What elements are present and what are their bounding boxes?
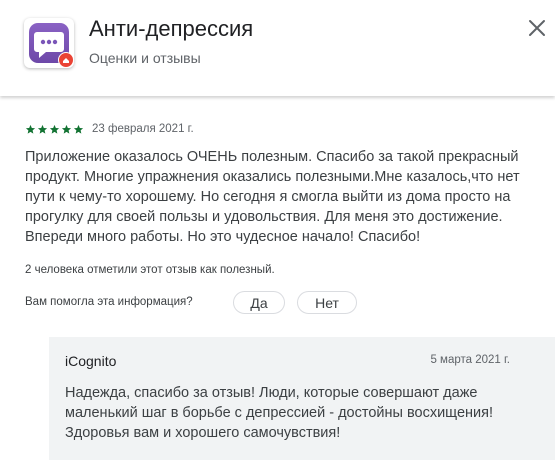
close-icon bbox=[529, 20, 545, 36]
app-badge-icon bbox=[58, 52, 74, 68]
star-rating bbox=[25, 124, 84, 135]
star-icon bbox=[49, 124, 60, 134]
review-date: 23 февраля 2021 г. bbox=[92, 123, 194, 135]
helpful-question: Вам помогла эта информация? bbox=[25, 296, 193, 308]
helpful-no-button[interactable]: Нет bbox=[297, 291, 357, 314]
app-icon[interactable] bbox=[24, 18, 74, 68]
helpful-count: 2 человека отметили этот отзыв как полез… bbox=[25, 264, 275, 276]
star-icon bbox=[25, 124, 36, 134]
developer-reply: iCognito 5 марта 2021 г. Надежда, спасиб… bbox=[49, 337, 555, 460]
app-title: Анти-депрессия bbox=[89, 16, 254, 41]
review-text: Приложение оказалось ОЧЕНЬ полезным. Спа… bbox=[25, 149, 520, 245]
star-icon bbox=[61, 124, 72, 134]
close-button[interactable] bbox=[523, 14, 551, 42]
page-header: Анти-депрессия Оценки и отзывы bbox=[0, 0, 555, 96]
page-subtitle: Оценки и отзывы bbox=[89, 50, 201, 66]
reply-author: iCognito bbox=[65, 353, 117, 369]
review-meta: 23 февраля 2021 г. bbox=[25, 122, 194, 136]
reply-date: 5 марта 2021 г. bbox=[430, 354, 510, 366]
helpful-yes-button[interactable]: Да bbox=[233, 291, 285, 314]
reply-text: Надежда, спасибо за отзыв! Люди, которые… bbox=[65, 385, 493, 441]
star-icon bbox=[73, 124, 84, 134]
star-icon bbox=[37, 124, 48, 134]
